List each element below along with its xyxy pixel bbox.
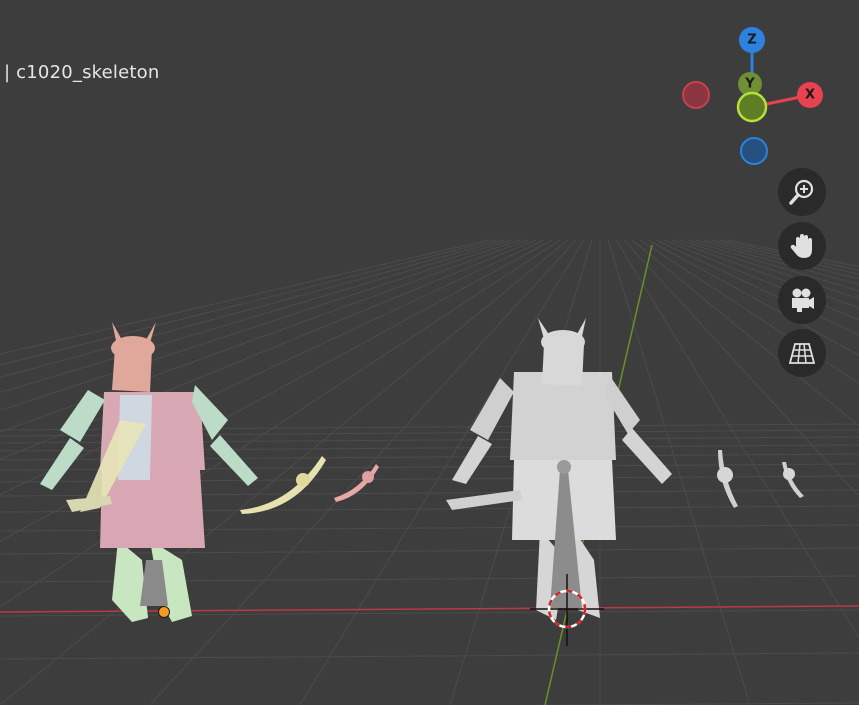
grid-icon <box>788 343 816 364</box>
grid-line <box>0 239 513 393</box>
grid-line <box>0 239 569 705</box>
right-wakizashi-gray[interactable] <box>782 462 804 498</box>
gizmo-neg-z[interactable] <box>740 137 768 165</box>
right-samurai-model[interactable] <box>446 318 672 620</box>
left-wakizashi-pink[interactable] <box>334 464 379 502</box>
navigation-gizmo[interactable]: Y Z X <box>676 22 826 172</box>
gizmo-x-label: X <box>805 88 815 103</box>
grid-line <box>647 239 859 356</box>
grid-line <box>0 239 561 608</box>
grid-line <box>149 239 577 705</box>
pan-button[interactable] <box>778 222 826 270</box>
3d-viewport[interactable]: | c1020_skeleton Y Z X <box>0 0 859 705</box>
grid-line <box>0 652 859 660</box>
gizmo-y-label: Y <box>744 77 755 92</box>
grid-line <box>0 239 529 433</box>
left-object-origin[interactable] <box>158 606 170 618</box>
grid-line <box>663 239 859 321</box>
active-object-label: | c1020_skeleton <box>4 62 160 83</box>
left-katana-yellow[interactable] <box>240 456 326 514</box>
gizmo-neg-y[interactable] <box>736 91 768 123</box>
grid-line <box>639 239 859 385</box>
grid-line <box>0 239 537 460</box>
grid-line <box>671 239 859 309</box>
gizmo-z-label: Z <box>747 33 756 48</box>
camera-view-button[interactable] <box>778 276 826 324</box>
hand-icon <box>790 234 812 258</box>
gizmo-neg-x[interactable] <box>682 81 710 109</box>
camera-icon <box>792 288 814 312</box>
grid-line <box>679 239 859 300</box>
zoom-button[interactable] <box>778 168 826 216</box>
perspective-toggle-button[interactable] <box>778 329 826 377</box>
zoom-in-icon <box>789 179 814 205</box>
